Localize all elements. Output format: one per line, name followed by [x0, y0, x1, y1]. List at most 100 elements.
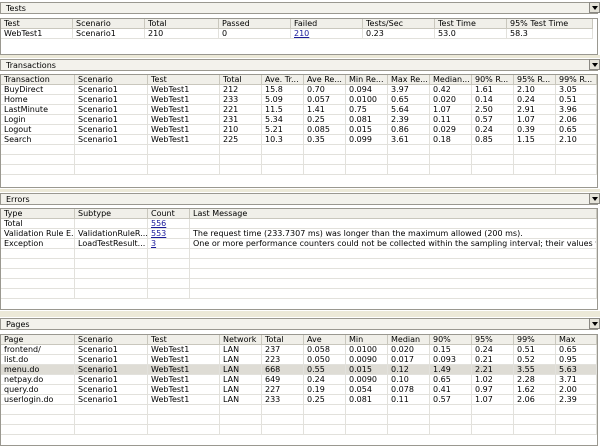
cell: 2.21	[472, 365, 514, 375]
col-failed[interactable]: Failed	[291, 19, 363, 29]
cell: WebTest1	[148, 135, 220, 145]
cell: LastMinute	[1, 105, 75, 115]
cell: WebTest1	[148, 375, 220, 385]
col-scenario[interactable]: Scenario	[75, 75, 148, 85]
errors-dropdown-button[interactable]	[589, 193, 600, 204]
empty-cell	[1, 415, 75, 425]
table-row[interactable]: Validation Rule E... ValidationRuleR... 55…	[1, 229, 597, 239]
table-row[interactable]: LastMinute Scenario1 WebTest1 221 11.5 1.41 0.…	[1, 105, 597, 115]
table-row[interactable]: Total 556	[1, 219, 597, 229]
table-row[interactable]: list.do Scenario1 WebTest1 LAN 223 0.050 0.009…	[1, 355, 597, 365]
cell: 1.41	[304, 105, 346, 115]
col-median[interactable]: Median	[388, 335, 430, 345]
empty-cell	[556, 165, 597, 175]
col-min[interactable]: Min	[346, 335, 388, 345]
cell: 5.09	[262, 95, 304, 105]
col-test[interactable]: Test	[1, 19, 73, 29]
cell: Scenario1	[75, 395, 148, 405]
cell: 0.75	[346, 105, 388, 115]
table-row[interactable]: Logout Scenario1 WebTest1 210 5.21 0.085 0.015…	[1, 125, 597, 135]
cell: 556	[148, 219, 190, 229]
empty-cell	[556, 405, 597, 415]
col-type[interactable]: Type	[1, 209, 75, 219]
splitter[interactable]	[0, 55, 600, 58]
col-scenario[interactable]: Scenario	[73, 19, 145, 29]
empty-cell	[75, 279, 148, 289]
table-row[interactable]: BuyDirect Scenario1 WebTest1 212 15.8 0.70 0.0…	[1, 85, 597, 95]
col-test-time[interactable]: Test Time	[435, 19, 507, 29]
cell: 0.081	[346, 115, 388, 125]
table-row[interactable]: Exception LoadTestResult... 3 One or more p…	[1, 239, 597, 249]
cell: Scenario1	[75, 375, 148, 385]
count-link[interactable]: 3	[151, 239, 156, 248]
col-max-re[interactable]: Max Re...	[388, 75, 430, 85]
col-transaction[interactable]: Transaction	[1, 75, 75, 85]
splitter[interactable]	[0, 189, 600, 192]
col-total[interactable]: Total	[262, 335, 304, 345]
pages-grid[interactable]: Page Scenario Test Network Total Ave Min…	[0, 334, 598, 446]
cell: WebTest1	[148, 365, 220, 375]
failed-count-link[interactable]: 210	[294, 29, 309, 38]
table-row[interactable]: query.do Scenario1 WebTest1 LAN 227 0.19 0.054…	[1, 385, 597, 395]
col-ave-re[interactable]: Ave Re...	[304, 75, 346, 85]
col-99[interactable]: 99%	[514, 335, 556, 345]
col-scenario[interactable]: Scenario	[75, 335, 148, 345]
col-95-test-time[interactable]: 95% Test Time	[507, 19, 593, 29]
empty-cell	[388, 145, 430, 155]
col-subtype[interactable]: Subtype	[75, 209, 148, 219]
cell: LAN	[220, 375, 262, 385]
transactions-panel: Transactions Transaction Scenario Test T…	[0, 59, 600, 188]
col-median[interactable]: Median...	[430, 75, 472, 85]
cell: 0.24	[304, 375, 346, 385]
col-90[interactable]: 90%	[430, 335, 472, 345]
col-total[interactable]: Total	[220, 75, 262, 85]
empty-cell	[262, 165, 304, 175]
col-total[interactable]: Total	[145, 19, 219, 29]
transactions-grid[interactable]: Transaction Scenario Test Total Ave. Tr.…	[0, 74, 598, 188]
empty-cell	[148, 279, 190, 289]
pages-dropdown-button[interactable]	[589, 318, 600, 329]
col-page[interactable]: Page	[1, 335, 75, 345]
cell: 0.058	[304, 345, 346, 355]
cell: 0.42	[430, 85, 472, 95]
col-95[interactable]: 95%	[472, 335, 514, 345]
table-row[interactable]: WebTest1 Scenario1 210 0 210 0.23 53.0 5…	[1, 29, 597, 39]
cell: LAN	[220, 365, 262, 375]
col-test[interactable]: Test	[148, 75, 220, 85]
pages-header: Page Scenario Test Network Total Ave Min…	[1, 335, 597, 345]
table-row[interactable]: Login Scenario1 WebTest1 231 5.34 0.25 0.081 2.…	[1, 115, 597, 125]
col-tests-per-sec[interactable]: Tests/Sec	[363, 19, 435, 29]
tests-dropdown-button[interactable]	[589, 2, 600, 13]
table-row[interactable]: userlogin.do Scenario1 WebTest1 LAN 233 0.25 0…	[1, 395, 597, 405]
cell: 2.91	[514, 105, 556, 115]
col-last-message[interactable]: Last Message	[190, 209, 597, 219]
table-row[interactable]: Home Scenario1 WebTest1 233 5.09 0.057 0.0100 0…	[1, 95, 597, 105]
empty-cell	[430, 405, 472, 415]
table-row[interactable]: menu.do Scenario1 WebTest1 LAN 668 0.55 0.015 0…	[1, 365, 597, 375]
splitter[interactable]	[0, 311, 600, 317]
col-network[interactable]: Network	[220, 335, 262, 345]
col-90-r[interactable]: 90% R...	[472, 75, 514, 85]
col-max[interactable]: Max	[556, 335, 597, 345]
count-link[interactable]: 553	[151, 229, 166, 238]
col-passed[interactable]: Passed	[219, 19, 291, 29]
col-ave-tr[interactable]: Ave. Tr...	[262, 75, 304, 85]
table-row[interactable]: netpay.do Scenario1 WebTest1 LAN 649 0.24 0.00…	[1, 375, 597, 385]
col-ave[interactable]: Ave	[304, 335, 346, 345]
pages-body: frontend/Scenario1 WebTest1 LAN 237 0.058 0.0…	[1, 345, 597, 435]
col-count[interactable]: Count	[148, 209, 190, 219]
col-test[interactable]: Test	[148, 335, 220, 345]
table-row[interactable]: Search Scenario1 WebTest1 225 10.3 0.35 0.099 3…	[1, 135, 597, 145]
count-link[interactable]: 556	[151, 219, 166, 228]
transactions-dropdown-button[interactable]	[589, 59, 600, 70]
col-95-r[interactable]: 95% R...	[514, 75, 556, 85]
empty-cell	[148, 425, 220, 435]
cell: 2.06	[556, 115, 597, 125]
tests-grid[interactable]: Test Scenario Total Passed Failed Tests/…	[0, 18, 598, 55]
cell: menu.do	[1, 365, 75, 375]
table-row[interactable]: frontend/Scenario1 WebTest1 LAN 237 0.058 0.0…	[1, 345, 597, 355]
col-min-re[interactable]: Min Re...	[346, 75, 388, 85]
cell: 1.61	[472, 85, 514, 95]
errors-grid[interactable]: Type Subtype Count Last Message Total 556…	[0, 208, 598, 310]
col-99-r[interactable]: 99% R...	[556, 75, 597, 85]
